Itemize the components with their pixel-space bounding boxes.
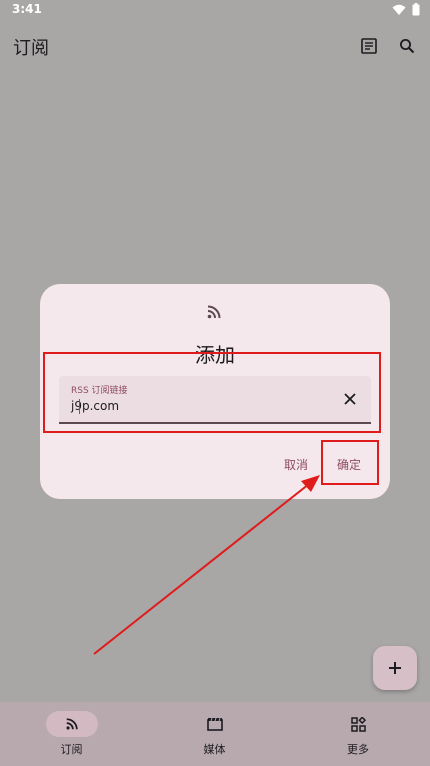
nav-icon-wrap — [189, 711, 241, 737]
nav-active-indicator — [45, 711, 98, 737]
nav-item-more[interactable]: 更多 — [286, 702, 430, 766]
plus-icon — [389, 662, 401, 674]
annotation-arrow — [93, 475, 320, 655]
nav-item-subscriptions[interactable]: 订阅 — [0, 702, 143, 766]
rss-icon — [65, 718, 78, 730]
nav-label-subscriptions: 订阅 — [60, 743, 83, 756]
nav-label-more: 更多 — [347, 743, 369, 756]
add-fab[interactable] — [373, 646, 417, 690]
widgets-icon — [350, 716, 366, 732]
nav-label-media: 媒体 — [203, 743, 226, 756]
bottom-nav: 订阅 媒体 更多 — [0, 702, 430, 766]
nav-icon-wrap — [332, 711, 384, 737]
movie-icon — [206, 717, 223, 731]
nav-item-media[interactable]: 媒体 — [143, 702, 286, 766]
